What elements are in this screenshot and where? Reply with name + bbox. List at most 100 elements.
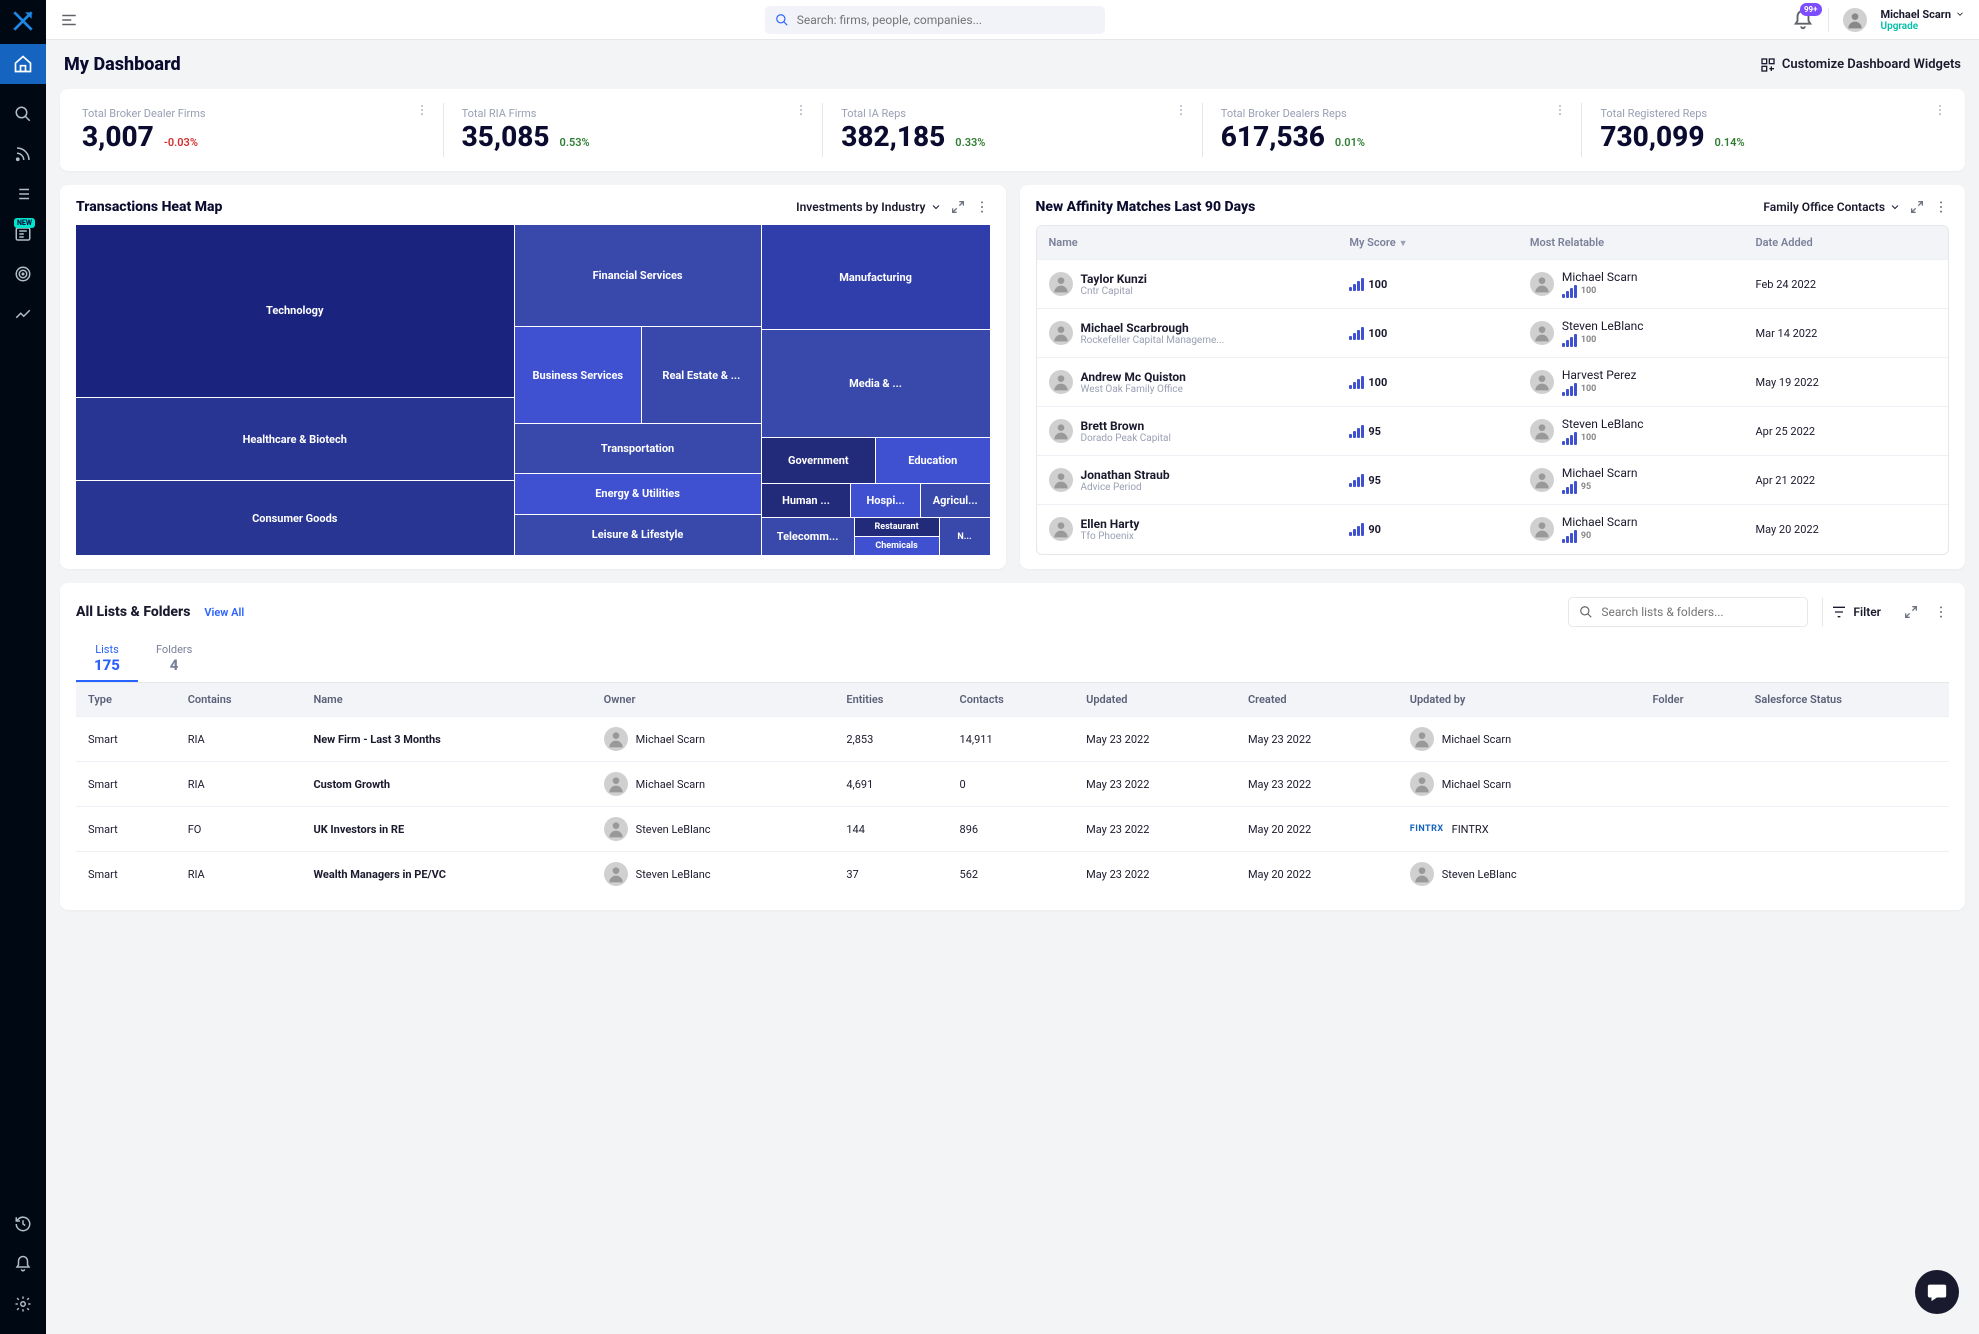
affinity-title: New Affinity Matches Last 90 Days bbox=[1036, 199, 1256, 215]
chevron-down-icon bbox=[1955, 9, 1965, 19]
lists-search-input[interactable] bbox=[1601, 605, 1797, 619]
treemap-cell[interactable]: Consumer Goods bbox=[76, 481, 514, 555]
list-updated: May 23 2022 bbox=[1074, 852, 1236, 897]
contact-firm: Advice Period bbox=[1081, 482, 1170, 493]
affinity-dropdown[interactable]: Family Office Contacts bbox=[1763, 200, 1901, 214]
list-type: Smart bbox=[76, 807, 176, 852]
treemap-cell[interactable]: Education bbox=[876, 438, 989, 483]
stat-label: Total Registered Reps bbox=[1600, 107, 1943, 120]
treemap-cell[interactable]: Media & ... bbox=[762, 330, 990, 437]
treemap-cell[interactable]: Telecomm... bbox=[762, 518, 854, 555]
treemap-cell[interactable]: N... bbox=[940, 518, 990, 555]
upgrade-link[interactable]: Upgrade bbox=[1881, 21, 1966, 32]
treemap-cell[interactable]: Leisure & Lifestyle bbox=[515, 515, 761, 555]
treemap-cell[interactable]: Business Services bbox=[515, 327, 642, 423]
score-bars-icon bbox=[1349, 522, 1364, 536]
nav-home-icon[interactable] bbox=[0, 44, 46, 84]
my-score: 100 bbox=[1349, 326, 1530, 340]
treemap-cell[interactable]: Energy & Utilities bbox=[515, 474, 761, 514]
table-row[interactable]: Smart RIA Custom Growth Michael Scarn 4,… bbox=[76, 762, 1949, 807]
nav-search-icon[interactable] bbox=[13, 104, 33, 124]
notifications-button[interactable]: 99+ bbox=[1792, 9, 1814, 31]
treemap-cell[interactable]: Agricul... bbox=[921, 484, 990, 517]
treemap-cell[interactable]: Financial Services bbox=[515, 225, 761, 326]
user-menu[interactable]: Michael Scarn Upgrade bbox=[1881, 8, 1966, 32]
filter-icon bbox=[1831, 604, 1847, 620]
expand-icon[interactable] bbox=[1909, 199, 1925, 215]
table-row[interactable]: Smart RIA New Firm - Last 3 Months Micha… bbox=[76, 717, 1949, 762]
view-all-link[interactable]: View All bbox=[204, 606, 244, 619]
nav-settings-icon[interactable] bbox=[13, 1294, 33, 1314]
table-row[interactable]: Andrew Mc QuistonWest Oak Family Office … bbox=[1037, 357, 1949, 406]
treemap-cell[interactable]: Healthcare & Biotech bbox=[76, 398, 514, 481]
tab-folders[interactable]: Folders4 bbox=[138, 637, 210, 682]
treemap-cell[interactable]: Government bbox=[762, 438, 875, 483]
stat-item: Total RIA Firms 35,0850.53% bbox=[443, 103, 823, 157]
customize-button[interactable]: Customize Dashboard Widgets bbox=[1760, 57, 1961, 73]
expand-icon[interactable] bbox=[950, 199, 966, 215]
treemap-cell[interactable]: Hospi... bbox=[851, 484, 920, 517]
more-icon[interactable] bbox=[974, 199, 990, 215]
nav-news-icon[interactable]: NEW bbox=[13, 224, 33, 244]
chevron-down-icon bbox=[930, 201, 942, 213]
affinity-card: New Affinity Matches Last 90 Days Family… bbox=[1020, 185, 1966, 569]
table-row[interactable]: Ellen HartyTfo Phoenix 90 Michael Scarn9… bbox=[1037, 504, 1949, 553]
filter-button[interactable]: Filter bbox=[1822, 598, 1889, 626]
nav-bell-icon[interactable] bbox=[13, 1254, 33, 1274]
global-search[interactable] bbox=[765, 6, 1105, 34]
nav-analytics-icon[interactable] bbox=[13, 304, 33, 324]
page-title: My Dashboard bbox=[64, 54, 181, 75]
global-search-input[interactable] bbox=[797, 13, 1095, 27]
heatmap-dropdown[interactable]: Investments by Industry bbox=[796, 200, 941, 214]
chat-button[interactable] bbox=[1915, 1270, 1959, 1314]
more-icon[interactable] bbox=[1933, 103, 1947, 117]
more-icon[interactable] bbox=[1553, 103, 1567, 117]
treemap-cell[interactable]: Human ... bbox=[762, 484, 851, 517]
table-row[interactable]: Smart FO UK Investors in RE Steven LeBla… bbox=[76, 807, 1949, 852]
contact-name: Jonathan Straub bbox=[1081, 468, 1170, 482]
score-bars-icon bbox=[1349, 375, 1364, 389]
logo bbox=[10, 8, 36, 34]
lists-search[interactable] bbox=[1568, 597, 1808, 627]
table-row[interactable]: Taylor KunziCntr Capital 100 Michael Sca… bbox=[1037, 259, 1949, 308]
table-row[interactable]: Brett BrownDorado Peak Capital 95 Steven… bbox=[1037, 406, 1949, 455]
nav-history-icon[interactable] bbox=[13, 1214, 33, 1234]
more-icon[interactable] bbox=[1174, 103, 1188, 117]
score-bars-icon bbox=[1562, 431, 1577, 445]
my-score: 90 bbox=[1349, 522, 1530, 536]
stat-label: Total IA Reps bbox=[841, 107, 1184, 120]
nav-list-icon[interactable] bbox=[13, 184, 33, 204]
nav-feed-icon[interactable] bbox=[13, 144, 33, 164]
relatable-name: Steven LeBlanc bbox=[1562, 319, 1644, 333]
table-row[interactable]: Jonathan StraubAdvice Period 95 Michael … bbox=[1037, 455, 1949, 504]
treemap-cell[interactable]: Real Estate & ... bbox=[642, 327, 761, 423]
expand-icon[interactable] bbox=[1903, 604, 1919, 620]
list-updated: May 23 2022 bbox=[1074, 717, 1236, 762]
list-contacts: 14,911 bbox=[948, 717, 1075, 762]
more-icon[interactable] bbox=[1933, 604, 1949, 620]
my-score: 100 bbox=[1349, 375, 1530, 389]
treemap-cell[interactable]: Chemicals bbox=[855, 537, 939, 555]
list-entities: 144 bbox=[834, 807, 947, 852]
nav-target-icon[interactable] bbox=[13, 264, 33, 284]
table-row[interactable]: Michael ScarbroughRockefeller Capital Ma… bbox=[1037, 308, 1949, 357]
tab-lists[interactable]: Lists175 bbox=[76, 637, 138, 682]
score-bars-icon bbox=[1349, 277, 1364, 291]
treemap-cell[interactable]: Manufacturing bbox=[762, 225, 990, 329]
date-added: Mar 14 2022 bbox=[1755, 327, 1936, 340]
treemap-cell[interactable]: Technology bbox=[76, 225, 514, 397]
more-icon[interactable] bbox=[1933, 199, 1949, 215]
more-icon[interactable] bbox=[794, 103, 808, 117]
more-icon[interactable] bbox=[415, 103, 429, 117]
treemap-cell[interactable]: Restaurant bbox=[855, 518, 939, 536]
user-avatar[interactable] bbox=[1843, 8, 1867, 32]
treemap-chart[interactable]: Technology Healthcare & Biotech Consumer… bbox=[76, 225, 990, 555]
table-row[interactable]: Smart RIA Wealth Managers in PE/VC Steve… bbox=[76, 852, 1949, 897]
stat-item: Total Broker Dealer Firms 3,007-0.03% bbox=[64, 103, 443, 157]
list-contacts: 896 bbox=[948, 807, 1075, 852]
contact-name: Michael Scarbrough bbox=[1081, 321, 1225, 335]
treemap-cell[interactable]: Transportation bbox=[515, 424, 761, 473]
hamburger-icon[interactable] bbox=[60, 11, 78, 29]
list-owner: Michael Scarn bbox=[604, 727, 823, 751]
stat-label: Total Broker Dealer Firms bbox=[82, 107, 425, 120]
